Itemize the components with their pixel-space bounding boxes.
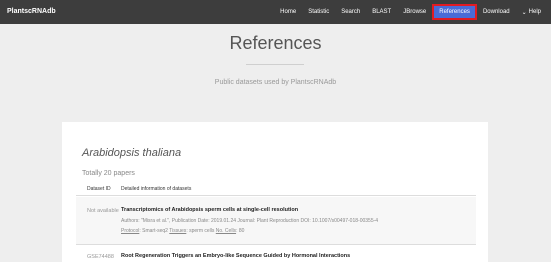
column-header-details: Detailed information of datasets [121, 186, 192, 192]
dataset-id: Not available [87, 208, 119, 214]
cells-value: : 80 [236, 228, 245, 234]
paper-title: Root Regeneration Triggers an Embryo-lik… [121, 253, 351, 259]
nav-download[interactable]: Download [477, 4, 516, 20]
paper-authors: Authors: "Misra et al.", Publication Dat… [121, 218, 379, 224]
page-title: References [229, 33, 322, 53]
page-subtitle: Public datasets used by PlantscRNAdb [214, 79, 337, 86]
tissues-label: Tissues [169, 228, 187, 234]
nav-help-label: Help [528, 9, 541, 15]
protocol-value: : Smart-seq2 [139, 228, 170, 234]
nav-search[interactable]: Search [335, 4, 366, 20]
bottom-edge [0, 262, 551, 266]
nav-references[interactable]: References [432, 4, 477, 20]
tissues-value: : sperm cells [186, 228, 216, 234]
title-divider [246, 64, 304, 65]
references-card: Arabidopsis thaliana Totally 20 papers D… [62, 122, 488, 266]
nav-blast[interactable]: BLAST [366, 4, 397, 20]
nav-statistic[interactable]: Statistic [302, 4, 335, 20]
nav-help[interactable]: ⌄ Help [516, 4, 547, 20]
paper-count: Totally 20 papers [82, 170, 135, 177]
table-row: Not available Transcriptomics of Arabido… [76, 197, 476, 245]
table-header: Dataset ID Detailed information of datas… [76, 182, 476, 196]
column-header-dataset-id: Dataset ID [87, 186, 111, 192]
species-heading: Arabidopsis thaliana [82, 147, 182, 159]
paper-protocol: Protocol: Smart-seq2 Tissues: sperm cell… [121, 228, 244, 234]
cells-label: No. Cells [215, 228, 237, 234]
top-navbar: PlantscRNAdb Home Statistic Search BLAST… [0, 0, 551, 24]
nav-menu: Home Statistic Search BLAST JBrowse Refe… [274, 4, 547, 20]
help-icon: ⌄ [521, 9, 527, 16]
paper-title: Transcriptomics of Arabidopsis sperm cel… [121, 207, 299, 213]
dataset-id[interactable]: GSE74488 [87, 254, 114, 260]
nav-jbrowse[interactable]: JBrowse [397, 4, 432, 20]
nav-home[interactable]: Home [274, 4, 302, 20]
brand-logo[interactable]: PlantscRNAdb [7, 8, 56, 15]
protocol-label: Protocol [121, 228, 140, 234]
